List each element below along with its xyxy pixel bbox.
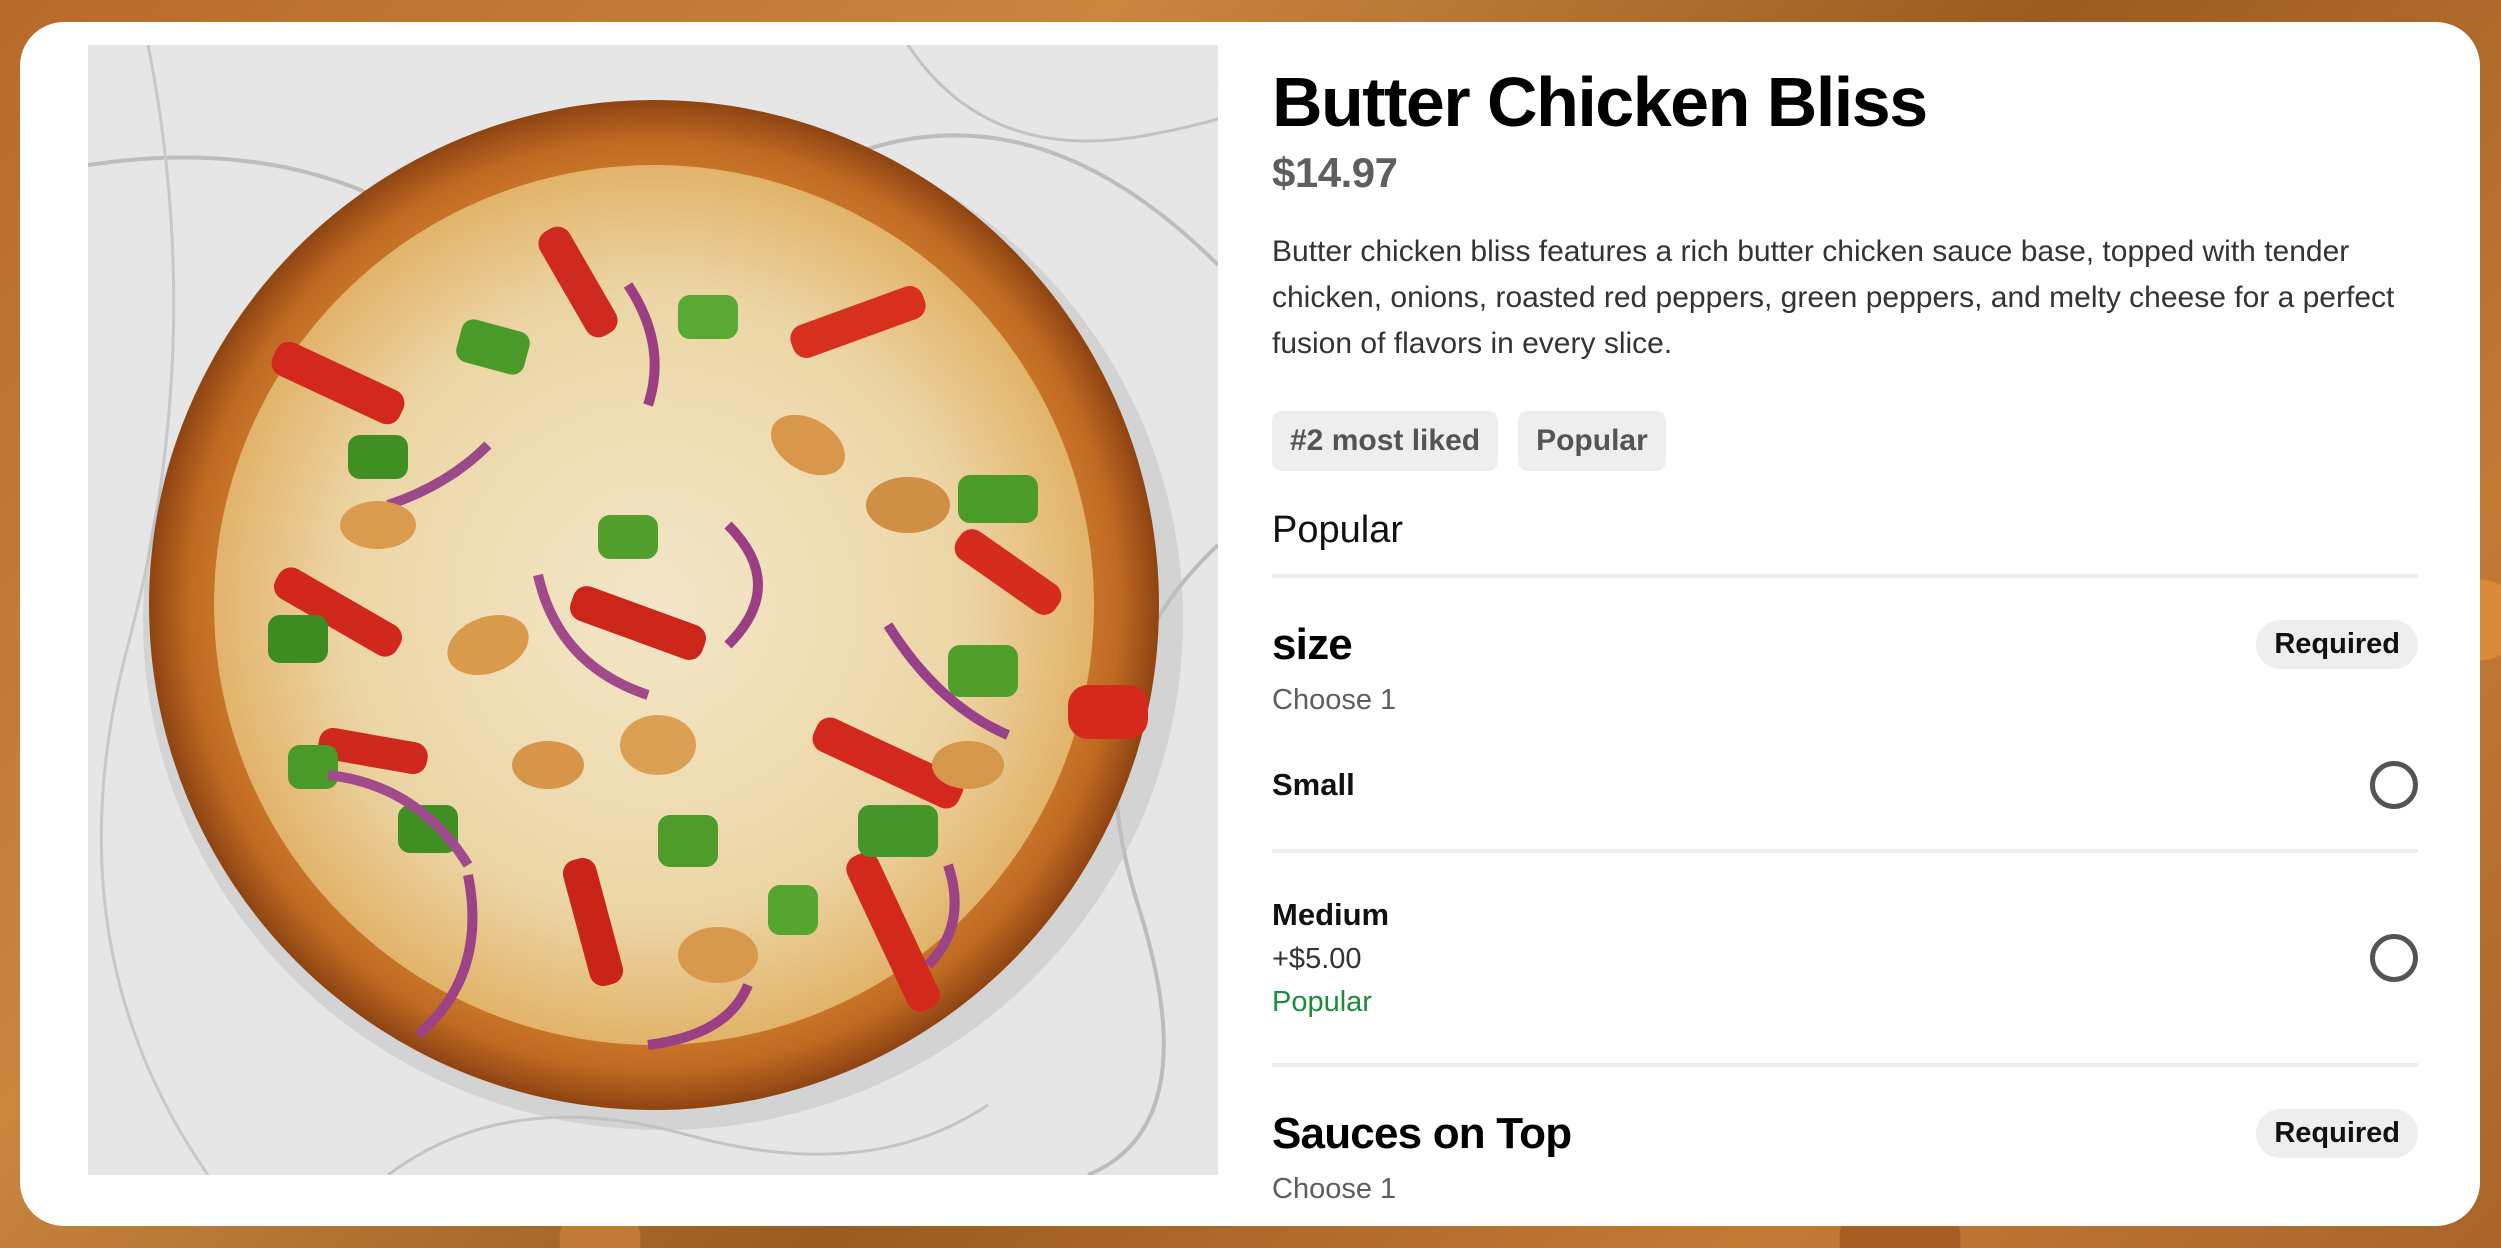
item-title: Butter Chicken Bliss: [1272, 63, 1928, 141]
sauces-group: Sauces on Top Required Choose 1: [1272, 1109, 2418, 1206]
tag-popular: Popular: [1518, 410, 1666, 471]
option-medium-text: Medium +$5.00 Popular: [1272, 897, 1389, 1019]
option-medium[interactable]: Medium +$5.00 Popular: [1272, 853, 2418, 1067]
required-badge: Required: [2256, 620, 2418, 669]
option-name: Small: [1272, 766, 1355, 802]
option-small-text: Small: [1272, 767, 1355, 803]
item-modal: Butter Chicken Bliss $14.97 Butter chick…: [20, 22, 2480, 1226]
sauces-group-header: Sauces on Top Required: [1272, 1109, 2418, 1159]
item-details: Butter Chicken Bliss $14.97 Butter chick…: [1272, 62, 2418, 1226]
item-description: Butter chicken bliss features a rich but…: [1272, 234, 2395, 360]
radio-button-medium[interactable]: [2370, 933, 2418, 982]
item-price: $14.97: [1272, 148, 1398, 196]
sauces-group-title: Sauces on Top: [1272, 1108, 1572, 1158]
size-group: size Required Choose 1 Small Medium +$5.…: [1272, 620, 2418, 1067]
option-price-extra: +$5.00: [1272, 942, 1362, 975]
size-group-header: size Required: [1272, 620, 2418, 670]
item-image: [88, 45, 1218, 1175]
option-name: Medium: [1272, 896, 1390, 932]
option-popular-label: Popular: [1272, 985, 1372, 1018]
size-group-title: size: [1272, 619, 1353, 669]
section-heading: Popular: [1272, 509, 2418, 578]
pizza-photo: [88, 45, 1218, 1175]
option-small[interactable]: Small: [1272, 717, 2418, 853]
size-group-subtitle: Choose 1: [1272, 683, 1397, 716]
item-tags: #2 most liked Popular: [1272, 410, 2418, 471]
tag-most-liked: #2 most liked: [1272, 410, 1499, 471]
sauces-group-subtitle: Choose 1: [1272, 1172, 1397, 1205]
required-badge: Required: [2256, 1109, 2418, 1158]
radio-button-small[interactable]: [2370, 760, 2418, 809]
